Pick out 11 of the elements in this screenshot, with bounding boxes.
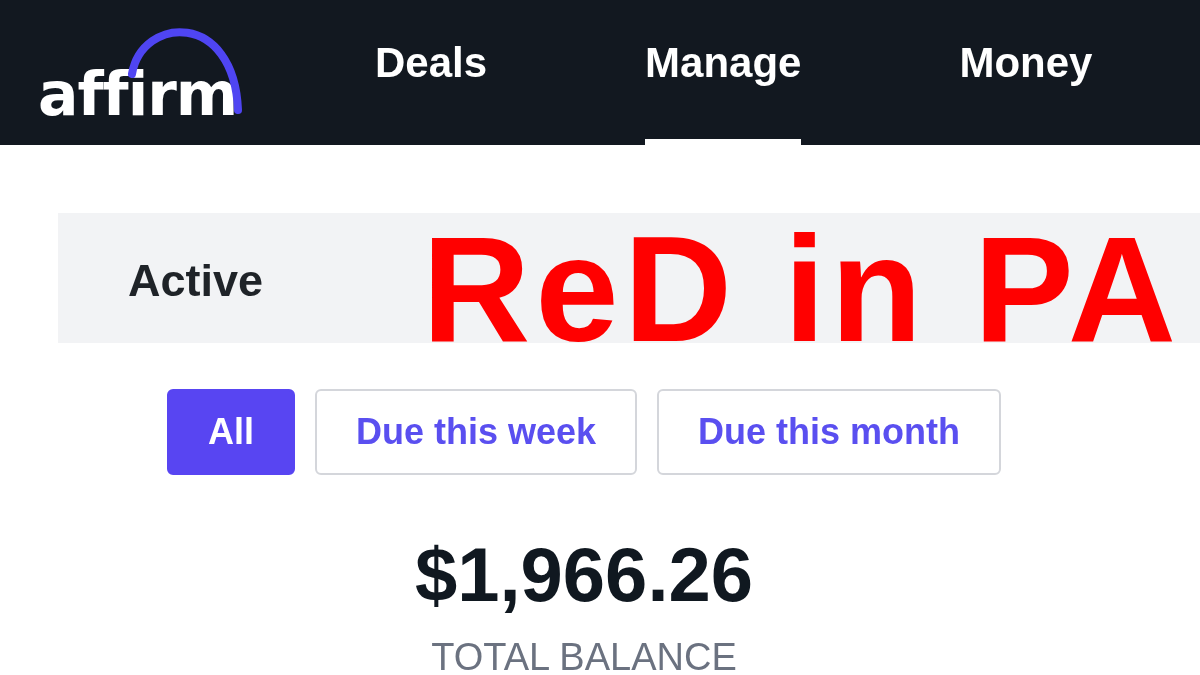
section-title: Active bbox=[128, 255, 264, 307]
nav-tab[interactable]: Manage bbox=[645, 0, 802, 145]
balance-amount: $1,966.26 bbox=[414, 533, 754, 617]
balance-label: TOTAL BALANCE bbox=[431, 638, 737, 675]
nav-tab[interactable]: Money bbox=[959, 0, 1093, 145]
logo: affirm bbox=[38, 21, 248, 124]
nav-tab[interactable]: Deals bbox=[375, 0, 488, 145]
filter-button[interactable]: Due this month bbox=[657, 389, 1002, 475]
handwritten-annotation: ReD in PA bbox=[422, 214, 1181, 364]
filter-button[interactable]: Due this week bbox=[314, 389, 638, 475]
filter-button[interactable]: All bbox=[166, 389, 295, 475]
